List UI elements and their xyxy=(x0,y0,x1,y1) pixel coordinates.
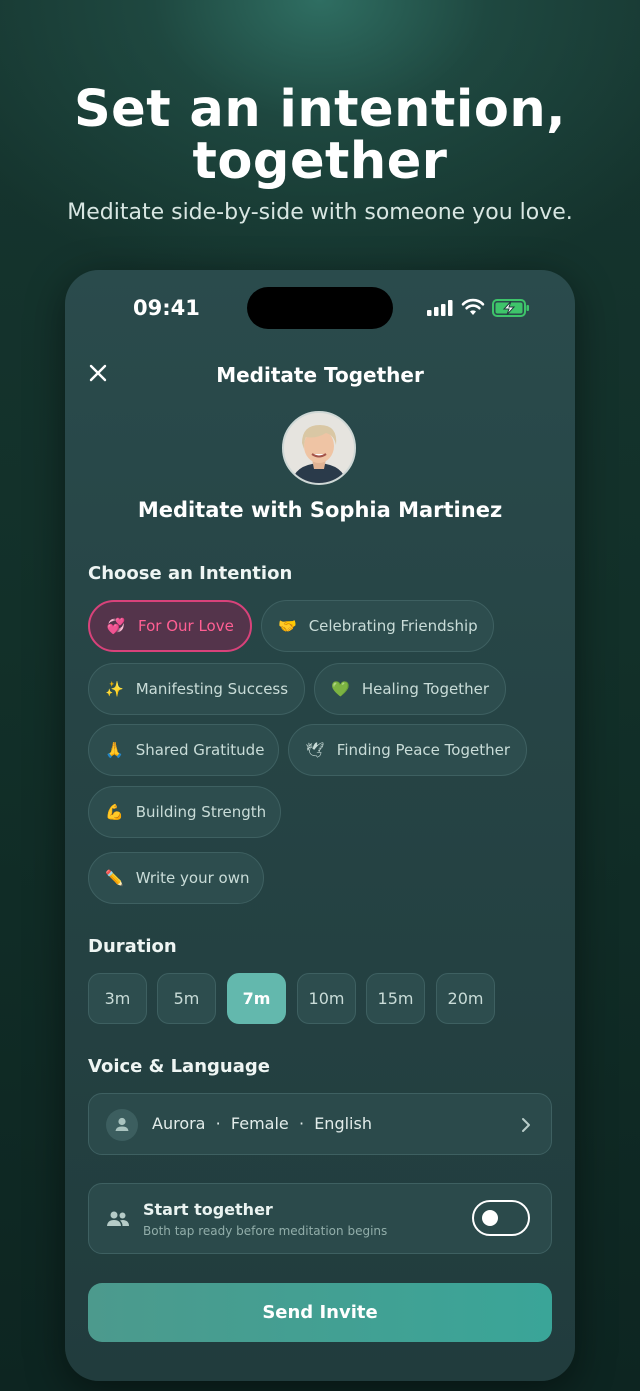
intention-chip-write-your-own[interactable]: ✏️ Write your own xyxy=(88,852,264,904)
start-together-toggle[interactable] xyxy=(472,1200,530,1236)
people-icon xyxy=(107,1211,129,1226)
intention-chip-healing-together[interactable]: 💚 Healing Together xyxy=(314,663,506,715)
intention-chip-label: Shared Gratitude xyxy=(135,741,265,759)
chevron-right-icon xyxy=(522,1118,530,1132)
intention-section-label: Choose an Intention xyxy=(88,563,293,584)
duration-option-7m[interactable]: 7m xyxy=(227,973,286,1024)
handshake-icon: 🤝 xyxy=(278,617,297,635)
intention-chip-label: For Our Love xyxy=(138,617,234,635)
person-icon xyxy=(106,1109,138,1141)
wifi-icon xyxy=(461,298,485,315)
intention-chip-finding-peace-together[interactable]: 🕊 Finding Peace Together xyxy=(288,724,527,776)
nav-bar: Meditate Together xyxy=(65,360,575,390)
hero-subtitle: Meditate side-by-side with someone you l… xyxy=(67,200,573,225)
dove-icon: 🕊 xyxy=(305,741,325,759)
intention-chip-label: Finding Peace Together xyxy=(336,741,510,759)
voice-language-value: Aurora · Female · English xyxy=(152,1114,372,1133)
nav-title: Meditate Together xyxy=(216,363,424,387)
folded-hands-icon: 🙏 xyxy=(105,741,124,759)
hero-title-line2: together xyxy=(192,132,448,191)
intention-chip-shared-gratitude[interactable]: 🙏 Shared Gratitude xyxy=(88,724,279,776)
intention-chip-label: Manifesting Success xyxy=(135,680,289,698)
phone-frame: 09:41 Meditate Together Meditate with So… xyxy=(65,270,575,1381)
send-invite-button[interactable]: Send Invite xyxy=(88,1283,552,1342)
intention-chip-label: Celebrating Friendship xyxy=(308,617,478,635)
toggle-knob xyxy=(482,1210,498,1226)
start-together-title: Start together xyxy=(143,1200,273,1219)
intention-chip-label: Building Strength xyxy=(135,803,267,821)
intention-chip-celebrating-friendship[interactable]: 🤝 Celebrating Friendship xyxy=(261,600,494,652)
start-together-subtitle: Both tap ready before meditation begins xyxy=(143,1224,388,1238)
duration-option-3m[interactable]: 3m xyxy=(88,973,147,1024)
intention-chip-label: Write your own xyxy=(135,869,250,887)
intention-chip-manifesting-success[interactable]: ✨ Manifesting Success xyxy=(88,663,305,715)
avatar-portrait xyxy=(284,413,354,483)
avatar xyxy=(282,411,356,485)
sparkles-icon: ✨ xyxy=(105,680,124,698)
duration-section-label: Duration xyxy=(88,936,177,957)
pencil-icon: ✏️ xyxy=(105,869,124,887)
flexed-biceps-icon: 💪 xyxy=(105,803,124,821)
duration-option-15m[interactable]: 15m xyxy=(366,973,425,1024)
start-together-row: Start together Both tap ready before med… xyxy=(88,1183,552,1254)
green-heart-icon: 💚 xyxy=(331,680,350,698)
hero-title-line1: Set an intention, xyxy=(73,80,567,139)
status-bar: 09:41 xyxy=(65,270,575,346)
duration-option-5m[interactable]: 5m xyxy=(157,973,216,1024)
dynamic-island xyxy=(247,287,393,329)
voice-language-selector[interactable]: Aurora · Female · English xyxy=(88,1093,552,1155)
cellular-signal-icon xyxy=(427,300,453,316)
duration-option-20m[interactable]: 20m xyxy=(436,973,495,1024)
partner-heading: Meditate with Sophia Martinez xyxy=(137,498,503,522)
duration-option-10m[interactable]: 10m xyxy=(297,973,356,1024)
intention-chip-label: Healing Together xyxy=(361,680,489,698)
status-time: 09:41 xyxy=(133,296,200,320)
intention-chip-building-strength[interactable]: 💪 Building Strength xyxy=(88,786,281,838)
intention-chip-for-our-love[interactable]: 💞 For Our Love xyxy=(88,600,252,652)
battery-charging-icon xyxy=(492,299,529,317)
two-hearts-icon: 💞 xyxy=(106,617,126,635)
voice-section-label: Voice & Language xyxy=(88,1056,270,1077)
hero-title: Set an intention, together xyxy=(0,84,640,188)
